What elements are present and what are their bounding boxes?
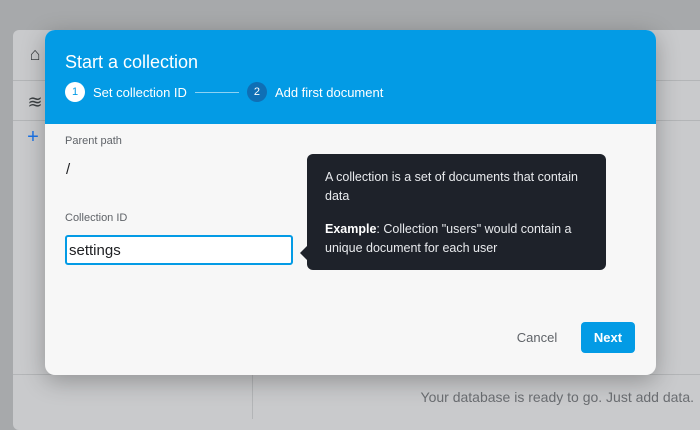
step-connector [194, 91, 239, 93]
dialog-title: Start a collection [65, 52, 199, 72]
database-icon[interactable]: ≋ [24, 91, 46, 113]
step-number: 2 [246, 82, 267, 102]
step-number: 1 [65, 82, 85, 102]
collection-info-tooltip: A collection is a set of documents that … [300, 154, 606, 270]
tooltip-description: A collection is a set of documents that … [325, 170, 578, 203]
cancel-button[interactable]: Cancel [512, 322, 562, 352]
collection-id-label: Collection ID [65, 212, 128, 224]
home-icon[interactable]: ⌂ [24, 43, 46, 65]
next-button[interactable]: Next [581, 322, 635, 353]
step-add-first-document: 2 Add first document [246, 82, 384, 102]
collection-id-input[interactable] [65, 235, 293, 265]
parent-path-value: / [66, 161, 71, 178]
stepper: 1 Set collection ID 2 Add first document [65, 81, 383, 103]
step-label: Set collection ID [93, 84, 187, 100]
step-set-collection-id: 1 Set collection ID [65, 82, 187, 102]
dialog-header: Start a collection 1 Set collection ID 2… [45, 30, 656, 124]
step-label: Add first document [274, 84, 384, 100]
tooltip-example: Example: Collection "users" would contai… [325, 220, 595, 258]
parent-path-label: Parent path [65, 135, 122, 147]
start-collection-dialog: Start a collection 1 Set collection ID 2… [45, 30, 656, 375]
empty-database-message: Your database is ready to go. Just add d… [420, 389, 694, 405]
background-column-divider [252, 374, 253, 419]
add-icon[interactable]: + [22, 126, 44, 148]
tooltip-arrow [300, 246, 307, 260]
tooltip-example-label: Example [325, 222, 377, 236]
